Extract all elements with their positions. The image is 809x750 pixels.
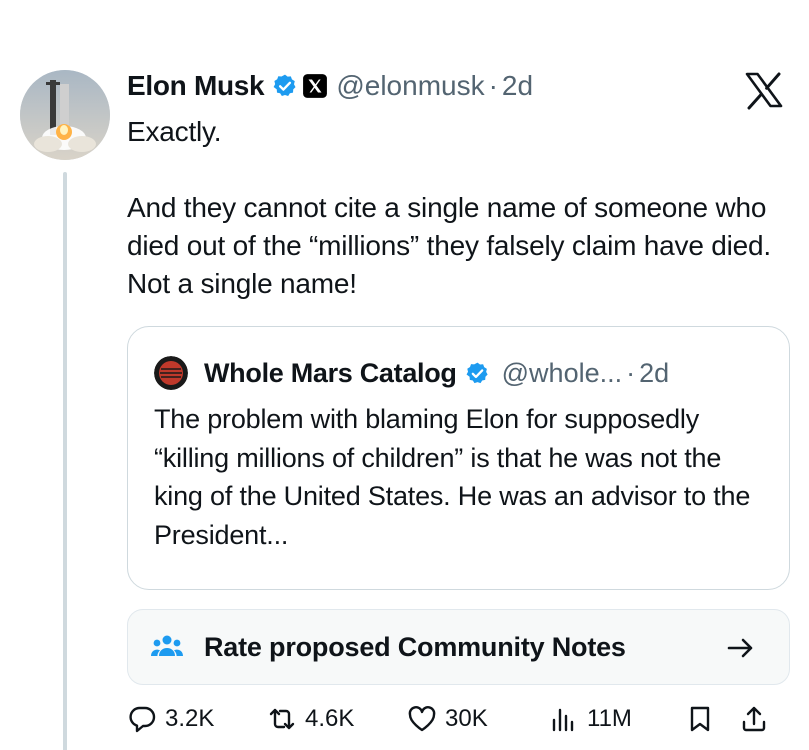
share-icon	[742, 706, 766, 732]
quote-author-avatar	[154, 356, 188, 390]
author-handle[interactable]: @elonmusk	[336, 70, 484, 102]
tweet-page: Elon Musk @elonmusk · 2d Exactly. And th…	[0, 0, 809, 750]
arrow-right-icon	[727, 638, 753, 658]
like-button[interactable]: 30K	[407, 698, 488, 740]
tweet-header: Elon Musk @elonmusk · 2d	[127, 66, 533, 106]
action-bar: 3.2K 4.6K 30K 11M	[127, 698, 792, 740]
reply-icon	[129, 706, 156, 733]
share-button[interactable]	[739, 698, 769, 740]
quoted-tweet-card[interactable]: Whole Mars Catalog @whole... · 2d The pr…	[127, 326, 790, 590]
verified-badge-icon	[466, 362, 488, 383]
quote-author-handle: @whole...	[501, 357, 623, 388]
author-name[interactable]: Elon Musk	[127, 70, 265, 102]
view-count: 11M	[587, 705, 632, 732]
tweet-paragraph: And they cannot cite a single name of so…	[127, 192, 772, 299]
starship-launch-image	[20, 70, 110, 160]
tweet-text: Exactly. And they cannot cite a single n…	[127, 113, 792, 303]
quote-text: The problem with blaming Elon for suppos…	[154, 404, 751, 550]
verified-badge-icon	[273, 74, 296, 96]
quote-time: 2d	[639, 357, 670, 388]
x-logo-icon	[745, 72, 783, 110]
repost-button[interactable]: 4.6K	[267, 698, 354, 740]
like-count: 30K	[445, 705, 488, 732]
reply-button[interactable]: 3.2K	[127, 698, 214, 740]
tweet-paragraph: Exactly.	[127, 116, 222, 147]
quote-author-name: Whole Mars Catalog	[204, 357, 457, 388]
repost-count: 4.6K	[305, 705, 355, 732]
author-avatar[interactable]	[20, 70, 110, 160]
thread-line	[63, 172, 67, 750]
tweet-time[interactable]: 2d	[502, 70, 533, 102]
community-notes-label: Rate proposed Community Notes	[204, 631, 626, 662]
reply-count: 3.2K	[165, 705, 215, 732]
people-icon	[151, 635, 183, 656]
meta-separator: ·	[626, 357, 636, 388]
quote-header: Whole Mars Catalog @whole... · 2d	[154, 354, 669, 392]
views-chart-icon	[552, 708, 574, 732]
bookmark-icon	[690, 706, 710, 732]
heart-icon	[408, 706, 436, 732]
bookmark-button[interactable]	[685, 698, 715, 740]
meta-separator: ·	[488, 70, 498, 101]
repost-icon	[269, 708, 295, 730]
rate-community-notes-button[interactable]: Rate proposed Community Notes	[127, 609, 790, 685]
x-affiliate-badge-icon	[303, 74, 328, 98]
views-button[interactable]: 11M	[549, 698, 632, 740]
